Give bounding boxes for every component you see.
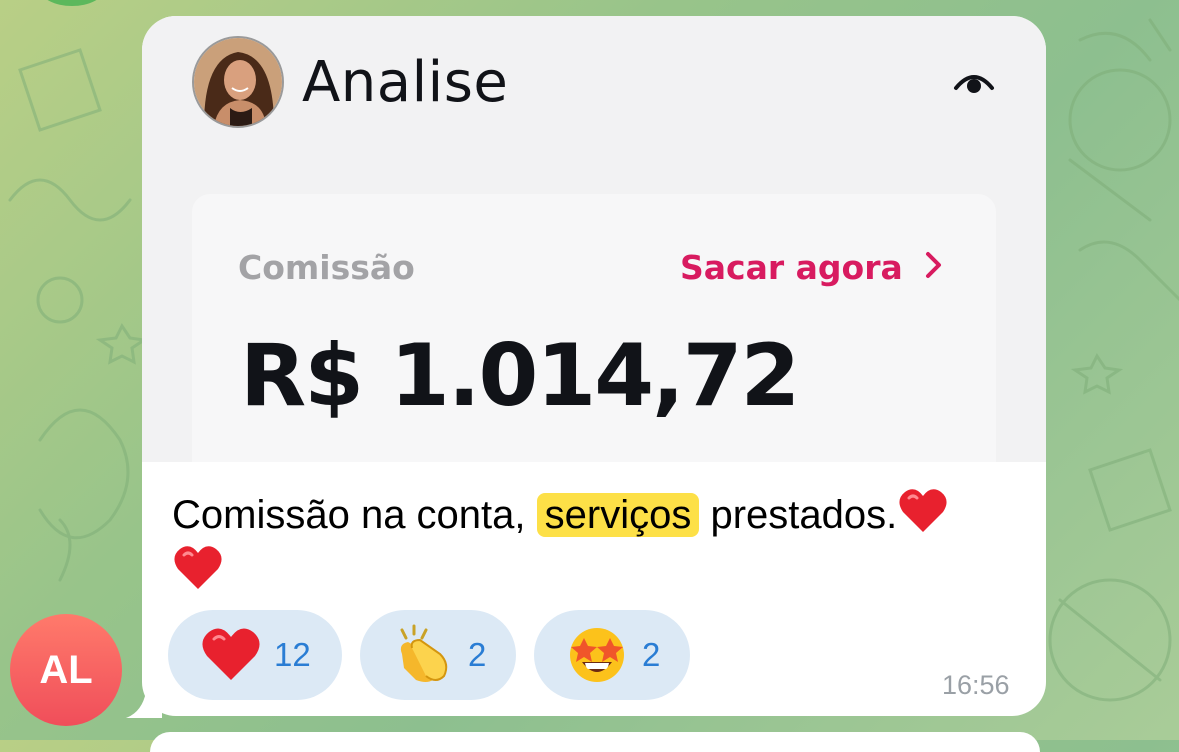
next-message-bubble-edge	[150, 732, 1040, 752]
message-bubble[interactable]: Analise Comissão Sacar agora R$ 1.014,72…	[142, 16, 1046, 716]
profile-name: Analise	[302, 50, 509, 115]
reaction-count: 12	[274, 636, 311, 673]
sender-avatar[interactable]: AL	[10, 614, 122, 726]
clapping-hands-icon	[400, 624, 448, 682]
commission-card: Comissão Sacar agora R$ 1.014,72	[192, 194, 996, 462]
reaction-count: 2	[468, 636, 487, 673]
caption-text-start: Comissão na conta,	[172, 493, 537, 537]
message-timestamp: 16:56	[942, 670, 1010, 700]
message-caption: Comissão na conta, serviços prestados.	[172, 486, 1022, 600]
caption-highlighted-word: serviços	[536, 493, 700, 537]
withdraw-now-link: Sacar agora	[680, 248, 903, 287]
reaction-clap[interactable]: 2	[360, 610, 516, 700]
red-heart-icon	[899, 489, 947, 532]
chevron-right-icon	[926, 252, 941, 278]
red-heart-icon	[174, 546, 222, 589]
caption-text-end: prestados.	[699, 493, 898, 537]
star-struck-icon	[570, 628, 624, 682]
red-heart-icon	[202, 628, 260, 680]
profile-photo	[192, 36, 284, 128]
commission-label: Comissão	[238, 248, 415, 287]
reaction-star-struck[interactable]: 2	[534, 610, 690, 700]
eye-icon	[954, 75, 994, 93]
attached-screenshot[interactable]: Analise Comissão Sacar agora R$ 1.014,72	[142, 16, 1046, 462]
sender-initials: AL	[39, 648, 93, 692]
reaction-count: 2	[642, 636, 661, 673]
commission-amount: R$ 1.014,72	[240, 326, 800, 426]
reaction-heart[interactable]: 12	[168, 610, 342, 700]
